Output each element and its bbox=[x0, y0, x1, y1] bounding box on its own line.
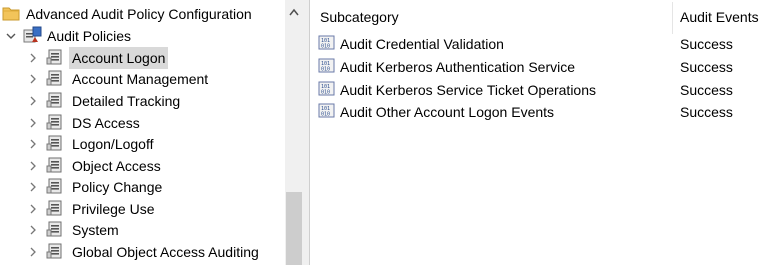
tree-item-label: Policy Change bbox=[72, 179, 163, 195]
tree-item-object-access[interactable]: Object Access bbox=[26, 155, 161, 177]
chevron-right-icon[interactable] bbox=[26, 247, 40, 257]
policy-category-icon bbox=[45, 220, 65, 241]
chevron-right-icon[interactable] bbox=[26, 53, 40, 63]
list-item[interactable]: 101 010 Audit Kerberos Service Ticket Ope… bbox=[318, 79, 596, 101]
chevron-right-icon[interactable] bbox=[26, 139, 40, 149]
tree-item-label: Privilege Use bbox=[72, 201, 155, 217]
tree-item-label: Logon/Logoff bbox=[72, 136, 154, 152]
column-header-subcategory[interactable]: Subcategory bbox=[320, 0, 399, 34]
column-header-label: Subcategory bbox=[320, 9, 399, 25]
list-item-label: Audit Kerberos Service Ticket Operations bbox=[340, 82, 597, 98]
list-item-label: Audit Other Account Logon Events bbox=[340, 104, 555, 120]
policy-setting-icon: 101 010 bbox=[318, 35, 336, 54]
svg-text:010: 010 bbox=[321, 89, 330, 95]
tree-item-account-management[interactable]: Account Management bbox=[26, 68, 208, 90]
list-item-events: Success bbox=[680, 82, 733, 98]
tree-item-logon-logoff[interactable]: Logon/Logoff bbox=[26, 133, 154, 155]
column-separator[interactable] bbox=[672, 2, 673, 34]
list-item[interactable]: 101 010 Audit Kerberos Authentication Ser… bbox=[318, 56, 575, 78]
tree-item-policy-change[interactable]: Policy Change bbox=[26, 176, 162, 198]
scrollbar-thumb[interactable] bbox=[286, 192, 302, 265]
tree-item-global-object-access-auditing[interactable]: Global Object Access Auditing bbox=[26, 241, 259, 263]
policy-category-icon bbox=[45, 156, 65, 177]
svg-text:010: 010 bbox=[321, 66, 330, 72]
policy-category-icon bbox=[45, 177, 65, 198]
policy-category-icon bbox=[45, 113, 65, 134]
audit-policies-icon bbox=[22, 26, 42, 47]
chevron-right-icon[interactable] bbox=[26, 182, 40, 192]
chevron-right-icon[interactable] bbox=[26, 225, 40, 235]
column-header-audit-events[interactable]: Audit Events bbox=[680, 0, 759, 34]
tree-scrollbar[interactable] bbox=[285, 0, 303, 265]
tree-item-label: DS Access bbox=[72, 115, 140, 131]
tree-audit-policies-label: Audit Policies bbox=[47, 28, 132, 44]
policy-category-icon bbox=[45, 242, 65, 263]
tree-item-label: Account Management bbox=[72, 71, 209, 87]
tree-item-label: Object Access bbox=[72, 158, 161, 174]
tree-root[interactable]: Advanced Audit Policy Configuration bbox=[2, 3, 252, 25]
list-item-events: Success bbox=[680, 36, 733, 52]
tree-item-label: Account Logon bbox=[69, 47, 169, 69]
list-item-events: Success bbox=[680, 104, 733, 120]
policy-setting-icon: 101 010 bbox=[318, 81, 336, 100]
folder-icon bbox=[2, 5, 20, 24]
tree-item-label: Global Object Access Auditing bbox=[72, 244, 259, 260]
list-item-events: Success bbox=[680, 59, 733, 75]
tree-item-privilege-use[interactable]: Privilege Use bbox=[26, 198, 154, 220]
chevron-down-icon[interactable] bbox=[4, 32, 18, 40]
tree-item-detailed-tracking[interactable]: Detailed Tracking bbox=[26, 90, 180, 112]
policy-setting-icon: 101 010 bbox=[318, 103, 336, 122]
chevron-right-icon[interactable] bbox=[26, 74, 40, 84]
tree-item-ds-access[interactable]: DS Access bbox=[26, 112, 140, 134]
list-item-label: Audit Credential Validation bbox=[340, 36, 504, 52]
chevron-right-icon[interactable] bbox=[26, 204, 40, 214]
scroll-up-arrow-icon[interactable] bbox=[285, 0, 303, 26]
list-item[interactable]: 101 010 Audit Credential Validation bbox=[318, 33, 504, 55]
pane-splitter[interactable] bbox=[303, 0, 310, 265]
tree-item-system[interactable]: System bbox=[26, 219, 119, 241]
policy-category-icon bbox=[45, 69, 65, 90]
tree-item-label: Detailed Tracking bbox=[72, 93, 181, 109]
chevron-right-icon[interactable] bbox=[26, 96, 40, 106]
policy-category-icon bbox=[45, 199, 65, 220]
tree-item-label: System bbox=[72, 222, 119, 238]
policy-setting-icon: 101 010 bbox=[318, 58, 336, 77]
list-item[interactable]: 101 010 Audit Other Account Logon Events bbox=[318, 101, 554, 123]
tree-item-account-logon[interactable]: Account Logon bbox=[26, 47, 169, 69]
chevron-right-icon[interactable] bbox=[26, 118, 40, 128]
tree-pane: Advanced Audit Policy Configuration Audi… bbox=[0, 0, 285, 265]
list-item-label: Audit Kerberos Authentication Service bbox=[340, 59, 576, 75]
chevron-right-icon[interactable] bbox=[26, 161, 40, 171]
svg-text:010: 010 bbox=[321, 43, 330, 49]
policy-category-icon bbox=[45, 48, 65, 69]
svg-text:010: 010 bbox=[321, 111, 330, 117]
policy-category-icon bbox=[45, 91, 65, 112]
tree-root-label: Advanced Audit Policy Configuration bbox=[26, 6, 252, 22]
policy-category-icon bbox=[45, 134, 65, 155]
column-header-label: Audit Events bbox=[680, 9, 759, 25]
tree-audit-policies[interactable]: Audit Policies bbox=[4, 25, 131, 47]
